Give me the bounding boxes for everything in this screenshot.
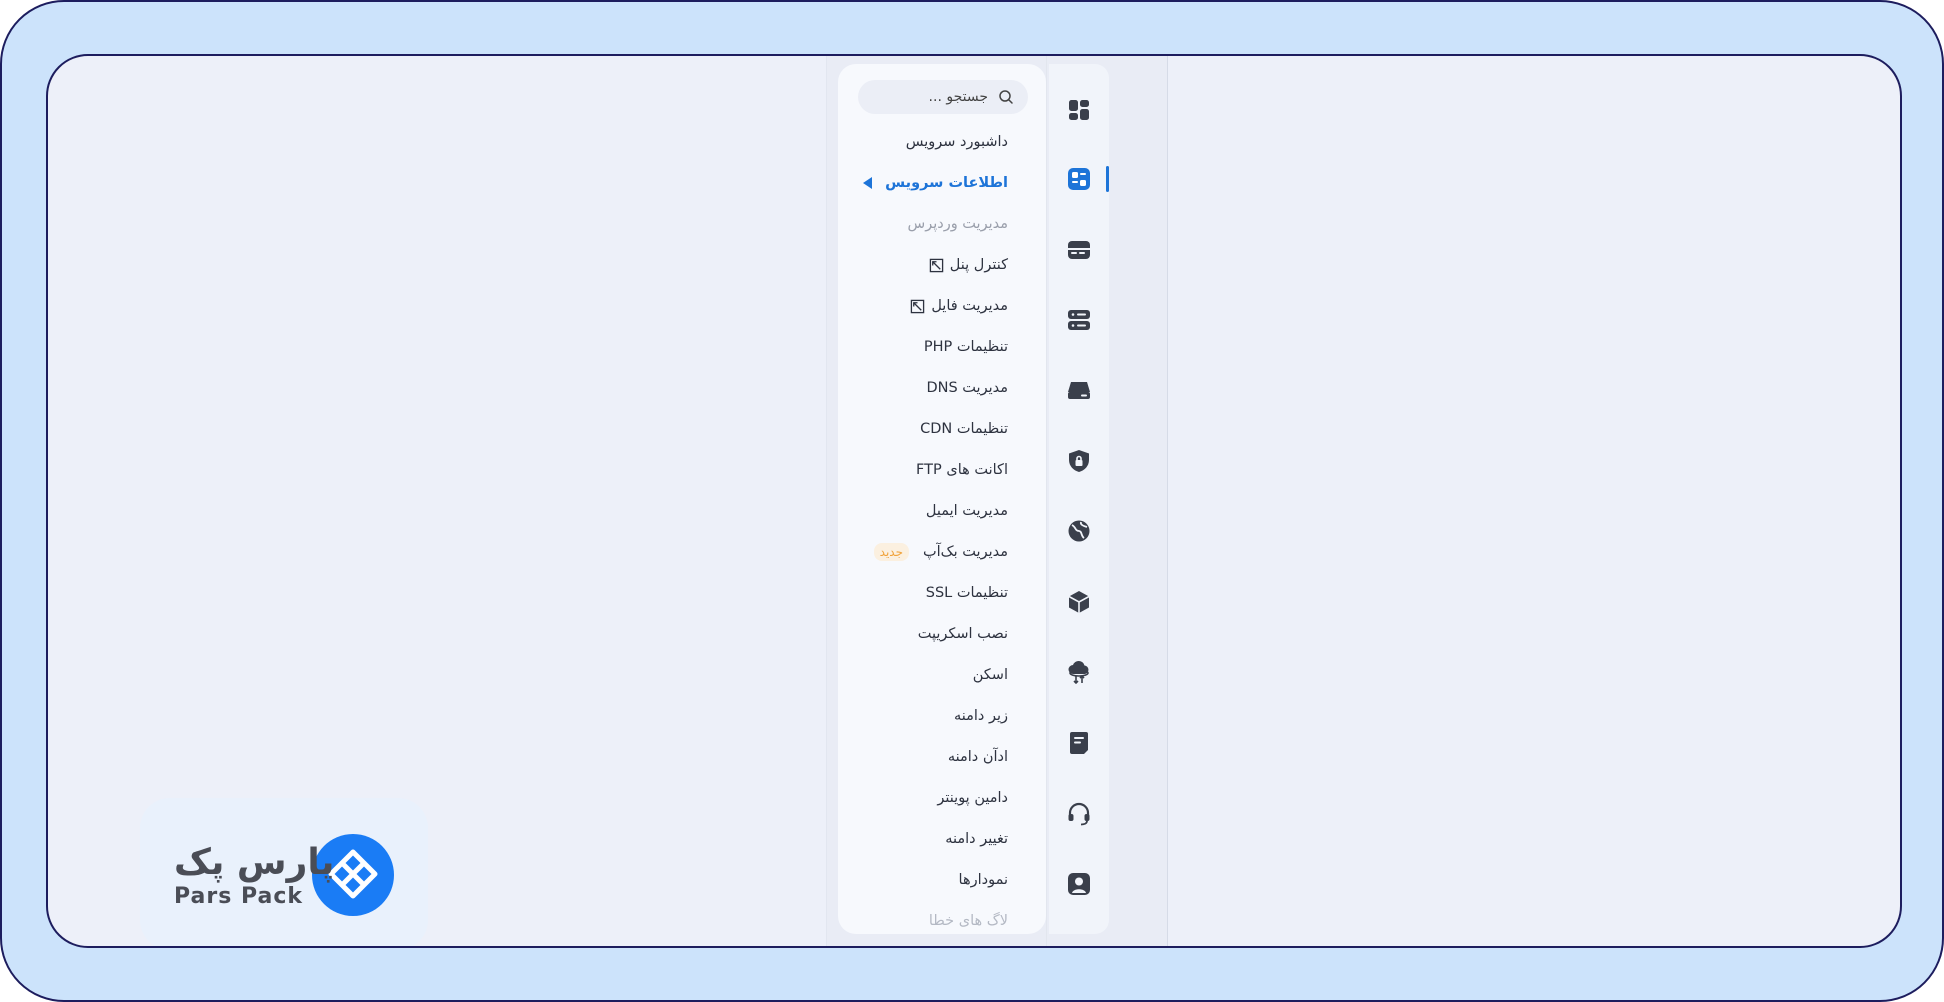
search-input[interactable] — [876, 88, 990, 106]
user-account-icon[interactable] — [1067, 872, 1091, 896]
menu-item-label: نمودارها — [958, 872, 1008, 888]
support-headset-icon[interactable] — [1067, 802, 1091, 826]
external-link-icon — [929, 258, 944, 272]
menu-item-label: تنظیمات PHP — [923, 339, 1008, 355]
menu-item-error-logs[interactable]: لاگ های خطا — [929, 907, 1008, 934]
menu-item-label: ادآن دامنه — [947, 749, 1008, 765]
menu-item-label: تنظیمات SSL — [925, 585, 1008, 601]
screen-area: داشبورد سرویس اطلاعات سرویس مدیریت وردپر… — [46, 54, 1902, 948]
menu-item-label: لاگ های خطا — [928, 913, 1008, 929]
external-link-icon — [911, 299, 925, 313]
menu-item-change-domain[interactable]: تغییر دامنه — [945, 825, 1008, 853]
logo-name-en: Pars Pack — [174, 884, 304, 909]
menu-item-php-settings[interactable]: تنظیمات PHP — [924, 333, 1008, 361]
active-indicator — [1106, 166, 1109, 192]
logo-name-fa: پارس پک — [174, 842, 335, 883]
security-shield-icon[interactable] — [1067, 449, 1091, 473]
outer-frame: داشبورد سرویس اطلاعات سرویس مدیریت وردپر… — [0, 0, 1944, 1002]
globe-domain-icon[interactable] — [1067, 519, 1091, 543]
menu-item-ssl[interactable]: تنظیمات SSL — [926, 579, 1008, 607]
dashboard-icon[interactable] — [1067, 98, 1091, 122]
menu-item-charts[interactable]: نمودارها — [959, 866, 1008, 894]
brand-logo-card: پارس پک Pars Pack — [140, 798, 428, 946]
menu-item-label: اطلاعات سرویس — [885, 175, 1008, 191]
menu-item-label: مدیریت DNS — [926, 380, 1008, 396]
menu-item-label: مدیریت فایل — [931, 298, 1008, 314]
menu-item-addon-domain[interactable]: ادآن دامنه — [948, 743, 1008, 771]
menu-item-label: اکانت های FTP — [916, 462, 1008, 478]
menu-item-subdomain[interactable]: زیر دامنه — [954, 702, 1008, 730]
search-box[interactable] — [858, 80, 1028, 114]
menu-item-label: مدیریت ایمیل — [925, 503, 1008, 519]
menu-item-install-script[interactable]: نصب اسکریپت — [918, 620, 1008, 648]
menu-item-label: کنترل پنل — [949, 257, 1008, 273]
menu-item-label: تغییر دامنه — [945, 831, 1008, 847]
document-icon[interactable] — [1067, 731, 1091, 755]
menu-item-dns[interactable]: مدیریت DNS — [926, 374, 1008, 402]
menu-item-scan[interactable]: اسکن — [973, 661, 1008, 689]
service-info-icon[interactable] — [1067, 167, 1091, 191]
package-box-icon[interactable] — [1067, 590, 1091, 614]
menu-item-label: دامین پوینتر — [937, 790, 1008, 806]
menu-item-label: زیر دامنه — [953, 708, 1008, 724]
menu-item-ftp[interactable]: اکانت های FTP — [916, 456, 1008, 484]
menu-item-cdn[interactable]: تنظیمات CDN — [920, 415, 1008, 443]
hosting-icon[interactable] — [1067, 238, 1091, 262]
server-icon[interactable] — [1067, 308, 1091, 332]
menu-item-label: مدیریت بک‌آپ — [923, 544, 1008, 560]
menu-item-label: تنظیمات CDN — [920, 421, 1008, 437]
cloud-drive-icon[interactable] — [1067, 378, 1091, 402]
menu-item-service-info[interactable]: اطلاعات سرویس — [863, 169, 1008, 197]
menu-item-label: مدیریت وردپرس — [907, 216, 1009, 232]
menu-item-label: داشبورد سرویس — [905, 134, 1008, 150]
menu-item-service-dashboard[interactable]: داشبورد سرویس — [906, 128, 1008, 156]
cloud-transfer-icon[interactable] — [1067, 660, 1091, 684]
menu-item-domain-pointer[interactable]: دامین پوینتر — [937, 784, 1008, 812]
service-menu: داشبورد سرویس اطلاعات سرویس مدیریت وردپر… — [838, 64, 1046, 934]
menu-item-control-panel[interactable]: کنترل پنل — [929, 251, 1008, 279]
menu-item-wordpress[interactable]: مدیریت وردپرس — [908, 210, 1009, 238]
menu-item-file-manager[interactable]: مدیریت فایل — [910, 292, 1008, 320]
menu-item-label: نصب اسکریپت — [917, 626, 1008, 642]
active-arrow-icon — [863, 177, 873, 189]
search-icon — [999, 90, 1013, 104]
menu-divider — [1046, 56, 1047, 946]
menu-item-label: اسکن — [972, 667, 1008, 683]
menu-item-email[interactable]: مدیریت ایمیل — [926, 497, 1008, 525]
menu-item-backup[interactable]: مدیریت بک‌آپ جدید — [873, 538, 1008, 566]
new-badge: جدید — [873, 543, 909, 561]
